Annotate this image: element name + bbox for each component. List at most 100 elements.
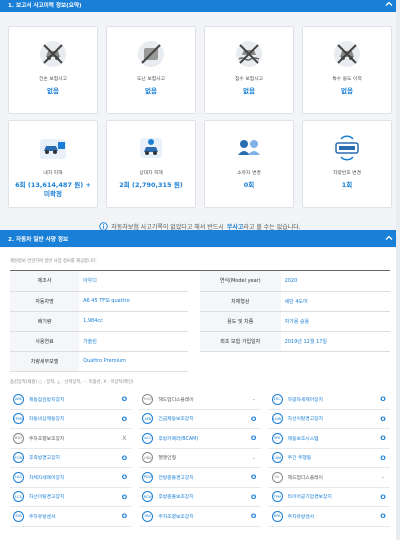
spec-key: 자동차명 <box>10 291 80 312</box>
option-name: 차량자세제어장치 <box>287 397 323 403</box>
option-name: 차선이탈경고장치 <box>287 417 323 423</box>
option-item: HBA 헬멧인형 - <box>139 449 261 468</box>
spec-key: 차량세부모델 <box>10 351 80 372</box>
option-item: BSD 주차조향보조장치 X <box>10 429 132 449</box>
option-value: O <box>250 473 257 482</box>
option-value: O <box>121 512 128 521</box>
spec-value: A6 45 TFSI quattro <box>79 291 189 312</box>
option-value: O <box>121 453 128 462</box>
option-item: ACC 후방카메라(BCAM) O <box>139 429 261 449</box>
option-value: O <box>380 512 386 521</box>
option-item: RCW 후방충돌보조장치 O <box>139 488 261 507</box>
option-name: 자동비상제동장치 <box>29 417 65 423</box>
spec-key: 배기량 <box>10 311 80 332</box>
scrollbar[interactable] <box>396 0 400 540</box>
option-value: - <box>252 453 255 462</box>
option-name: 주차유방센서 <box>287 514 315 520</box>
card-value: 없음 <box>341 87 353 95</box>
option-item: HUD 헤드업디스플레이 - <box>139 390 261 410</box>
option-item: ABS 제동잠김방지장치 O <box>10 390 132 410</box>
spec-value: 2020 <box>280 271 390 292</box>
card-value: 0회 <box>243 181 255 189</box>
card-plate-change: 차량번호 변경 1회 <box>302 120 392 208</box>
card-value: 2회 (2,790,315 원) <box>119 181 183 189</box>
option-name: 후방충돌보조장치 <box>158 495 194 501</box>
table-row: 배기량 1,984cc 용도 및 차종 자가용 승용 <box>10 311 390 332</box>
option-icon: ESC <box>271 393 283 405</box>
car-flood-icon <box>232 37 266 71</box>
car-other-damage-icon <box>134 131 168 165</box>
option-name: 헬멧인형 <box>158 456 176 462</box>
option-value: O <box>250 512 257 521</box>
chevron-up-icon[interactable] <box>384 233 394 243</box>
option-icon: FCW <box>13 452 24 464</box>
spec-key: 최초 보험 가입일자 <box>199 331 281 352</box>
option-icon: HUD <box>142 393 154 405</box>
option-icon: RPA <box>271 510 283 522</box>
card-label: 상대차 피해 <box>139 171 163 176</box>
spec-value: 아우디 <box>79 271 189 292</box>
option-icon: AEB <box>142 413 154 425</box>
card-flood: 침수 보험사고 없음 <box>204 26 294 114</box>
option-icon: SPA <box>13 510 24 522</box>
card-other-damage: 상대차 피해 2회 (2,790,315 원) <box>106 120 196 208</box>
owner-change-icon <box>232 131 266 165</box>
option-value: O <box>380 414 386 423</box>
spec-value: 1,984cc <box>79 311 189 332</box>
option-value: O <box>250 434 257 443</box>
spec-key: 차체형상 <box>199 291 281 312</box>
table-row: 자동차명 A6 45 TFSI quattro 차체형상 세단 4도어 <box>10 291 390 312</box>
option-icon: SPK <box>271 432 283 444</box>
spec-table: 제조사 아우디 연식(Model year) 2020 자동차명 A6 45 T… <box>10 270 390 372</box>
options-legend: 옵션장착(제원) ○ : 장착, △ : 선택장착, - : 미옵션, X : … <box>10 380 134 385</box>
option-icon: PAS <box>142 510 154 522</box>
option-item: LDW 차선이탈경고장치 O <box>268 410 390 429</box>
option-name: 주차조향보조장치 <box>158 514 194 520</box>
chevron-up-icon[interactable] <box>384 0 394 9</box>
option-value: X <box>122 434 127 443</box>
option-name: 주차조향보조장치 <box>29 436 65 442</box>
spec-value: 가솔린 <box>79 331 189 352</box>
card-label: 차량번호 변경 <box>332 171 361 176</box>
section1-header[interactable]: 1. 보고서 사고이력 정보(요약) <box>0 0 400 12</box>
spec-key: 제조사 <box>10 271 80 292</box>
option-value: - <box>381 473 385 482</box>
card-value: 1회 <box>341 181 353 189</box>
option-icon: PDW <box>142 471 154 483</box>
card-label: 도난 보험사고 <box>136 77 165 82</box>
option-value: - <box>252 395 255 404</box>
section2-title: 2. 자동차 일반 사양 정보 <box>8 236 69 243</box>
table-row: 사용연료 가솔린 최초 보험 가입일자 2019년 12월 17일 <box>10 331 390 352</box>
option-item: SPK 제동보조시스템 O <box>268 429 390 449</box>
card-owner-change: 소유자 변경 0회 <box>204 120 294 208</box>
option-icon: CAM <box>271 452 283 464</box>
option-icon: TPMS <box>13 413 24 425</box>
option-icon: ACC <box>142 432 154 444</box>
option-item: TPM 타이어공기압경보장치 O <box>268 488 390 507</box>
option-icon: LKA <box>13 471 24 483</box>
option-item: ESC 차량자세제어장치 O <box>268 390 390 410</box>
option-name: 제동보조시스템 <box>287 436 319 442</box>
spec-key: 연식(Model year) <box>199 271 281 292</box>
option-item: FCW 후측방경고장치 O <box>10 449 132 468</box>
option-icon: LDW <box>271 413 283 425</box>
option-item: HL 헤드업디스플레이 - <box>268 468 390 488</box>
spec-value: 자가용 승용 <box>280 311 390 332</box>
option-icon: HBA <box>142 452 154 464</box>
spec-value: 세단 4도어 <box>280 291 390 312</box>
table-row: 제조사 아우디 연식(Model year) 2020 <box>10 271 390 292</box>
option-item: LCA 차선이탈경고장치 O <box>10 488 132 507</box>
option-name: 타이어공기압경보장치 <box>287 495 332 501</box>
option-icon: TPM <box>271 491 283 503</box>
section2-header[interactable]: 2. 자동차 일반 사양 정보 <box>0 230 400 247</box>
option-name: 긴급제동보조장치 <box>158 417 194 423</box>
option-value: O <box>250 492 257 501</box>
option-name: 제동잠김방지장치 <box>29 397 65 403</box>
option-icon: LCA <box>13 491 24 503</box>
car-special-icon <box>330 37 364 71</box>
option-name: 후방카메라(BCAM) <box>158 436 199 442</box>
card-total-loss: 전손 보험사고 없음 <box>8 26 98 114</box>
spec-key: 사용연료 <box>10 331 80 352</box>
spec-value: 2019년 12월 17일 <box>280 331 390 352</box>
accident-summary-row2: 내차 피해 6회 (13,614,487 원) + 미확정 상대차 피해 2회 (… <box>8 120 392 208</box>
